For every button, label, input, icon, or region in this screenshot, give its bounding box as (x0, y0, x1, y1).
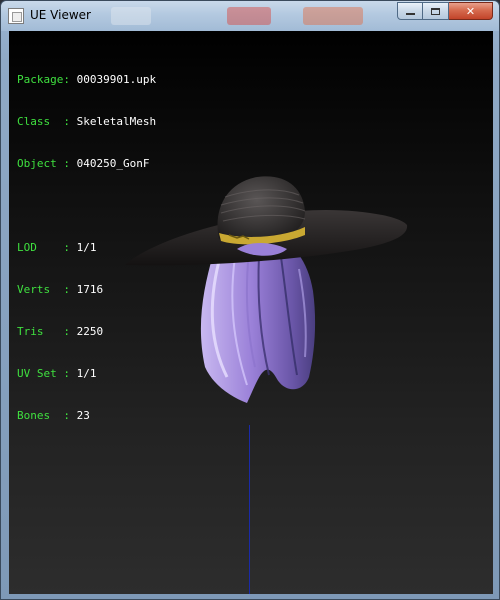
maximize-icon (431, 7, 440, 15)
info-value: SkeletalMesh (76, 115, 157, 128)
info-key: Verts : (17, 283, 70, 296)
titlebar-glass-reflection (227, 7, 271, 25)
info-key: Object : (17, 157, 70, 170)
minimize-icon (405, 13, 415, 15)
titlebar-glass-reflection (111, 7, 151, 25)
info-row-object: Object : 040250_GonF (17, 157, 156, 171)
info-value: 1716 (76, 283, 104, 296)
info-value: 23 (76, 409, 90, 422)
info-key: Package: (17, 73, 70, 86)
hair-mesh (200, 241, 316, 403)
info-row-class: Class : SkeletalMesh (17, 115, 156, 129)
window-controls: ✕ (397, 2, 493, 20)
title-bar[interactable]: UE Viewer ✕ (1, 1, 499, 31)
info-value: 1/1 (76, 367, 97, 380)
titlebar-glass-reflection (303, 7, 363, 25)
app-icon[interactable] (8, 8, 24, 24)
info-row-bones: Bones : 23 (17, 409, 156, 423)
close-icon: ✕ (465, 4, 476, 18)
info-key: LOD : (17, 241, 70, 254)
minimize-button[interactable] (397, 2, 423, 20)
info-key: Class : (17, 115, 70, 128)
close-button[interactable]: ✕ (449, 2, 493, 20)
info-key: Bones : (17, 409, 70, 422)
vertical-axis-line (249, 425, 250, 594)
info-value: 1/1 (76, 241, 97, 254)
window-title: UE Viewer (30, 8, 91, 22)
mesh-render (125, 176, 408, 403)
maximize-button[interactable] (423, 2, 449, 20)
info-row-package: Package: 00039901.upk (17, 73, 156, 87)
info-key: Tris : (17, 325, 70, 338)
info-value: 040250_GonF (76, 157, 150, 170)
info-key: UV Set : (17, 367, 70, 380)
info-value: 00039901.upk (76, 73, 157, 86)
info-value: 2250 (76, 325, 104, 338)
3d-viewport[interactable]: Package: 00039901.upk Class : SkeletalMe… (9, 31, 493, 594)
app-window: UE Viewer ✕ Package: 00039901.upk Class … (0, 0, 500, 600)
